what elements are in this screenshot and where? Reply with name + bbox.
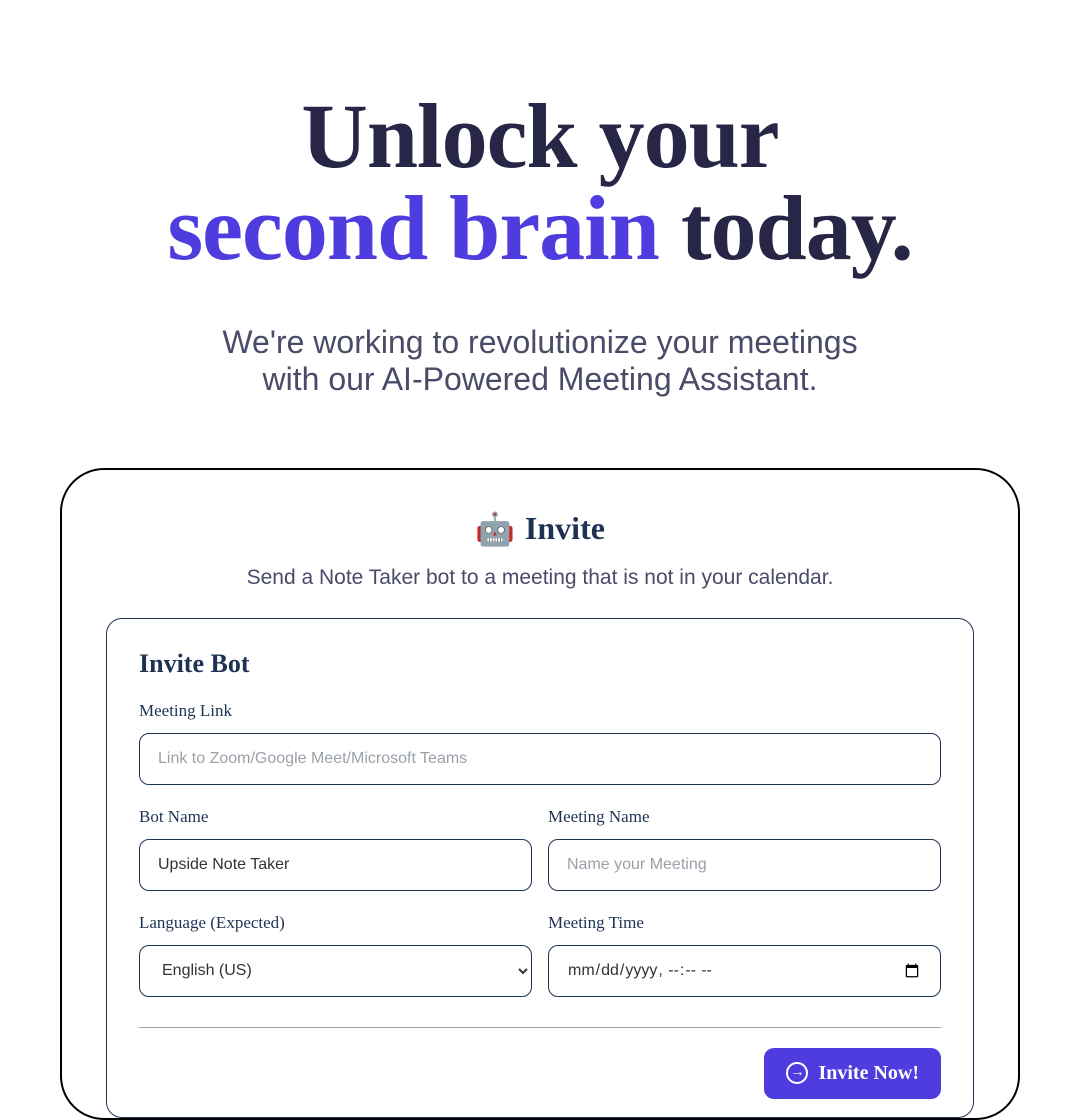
- invite-header: 🤖 Invite Send a Note Taker bot to a meet…: [106, 510, 974, 590]
- meeting-link-label: Meeting Link: [139, 701, 941, 721]
- meeting-time-field: Meeting Time: [548, 913, 941, 997]
- hero-section: Unlock your second brain today. We're wo…: [0, 0, 1080, 398]
- meeting-link-input[interactable]: [139, 733, 941, 785]
- invite-now-button[interactable]: → Invite Now!: [764, 1048, 941, 1099]
- form-actions: → Invite Now!: [139, 1048, 941, 1099]
- meeting-name-field: Meeting Name: [548, 807, 941, 891]
- meeting-name-label: Meeting Name: [548, 807, 941, 827]
- invite-title: 🤖 Invite: [475, 510, 605, 548]
- meeting-time-label: Meeting Time: [548, 913, 941, 933]
- meeting-name-input[interactable]: [548, 839, 941, 891]
- hero-accent: second brain: [167, 177, 659, 279]
- invite-description: Send a Note Taker bot to a meeting that …: [106, 566, 974, 590]
- language-label: Language (Expected): [139, 913, 532, 933]
- hero-sub-line1: We're working to revolutionize your meet…: [222, 324, 857, 360]
- form-divider: [139, 1027, 941, 1028]
- language-field: Language (Expected) English (US): [139, 913, 532, 997]
- hero-title: Unlock your second brain today.: [0, 90, 1080, 274]
- meeting-time-input[interactable]: [548, 945, 941, 997]
- language-select[interactable]: English (US): [139, 945, 532, 997]
- invite-now-label: Invite Now!: [818, 1062, 919, 1085]
- invite-form: Invite Bot Meeting Link Bot Name Meeting…: [106, 618, 974, 1118]
- robot-icon: 🤖: [475, 510, 515, 548]
- form-title: Invite Bot: [139, 649, 941, 679]
- hero-line2-end: today.: [659, 177, 913, 279]
- invite-card: 🤖 Invite Send a Note Taker bot to a meet…: [60, 468, 1020, 1120]
- hero-subtitle: We're working to revolutionize your meet…: [0, 324, 1080, 398]
- meeting-link-field: Meeting Link: [139, 701, 941, 785]
- hero-sub-line2: with our AI-Powered Meeting Assistant.: [263, 361, 818, 397]
- arrow-right-circle-icon: →: [786, 1062, 808, 1084]
- bot-name-label: Bot Name: [139, 807, 532, 827]
- hero-line1: Unlock your: [301, 85, 778, 187]
- bot-name-input[interactable]: [139, 839, 532, 891]
- invite-title-text: Invite: [525, 510, 605, 547]
- bot-name-field: Bot Name: [139, 807, 532, 891]
